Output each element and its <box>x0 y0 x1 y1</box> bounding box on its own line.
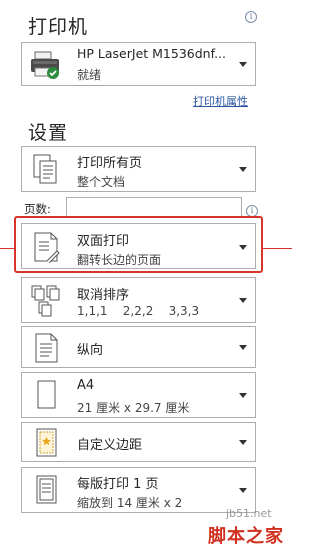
info-icon[interactable]: i <box>245 11 257 23</box>
watermark-brand: 脚本之家 <box>208 526 284 547</box>
printer-icon <box>31 51 59 79</box>
chevron-down-icon <box>239 488 247 493</box>
paper-size-sub: 21 厘米 x 29.7 厘米 <box>77 401 190 415</box>
chevron-down-icon <box>239 167 247 172</box>
collate-select[interactable]: 取消排序 1,1,1 2,2,2 3,3,3 <box>21 277 256 323</box>
print-scope-label: 打印所有页 <box>77 156 143 171</box>
collate-sub: 1,1,1 2,2,2 3,3,3 <box>77 304 200 318</box>
pages-per-sheet-label: 每版打印 1 页 <box>77 477 159 492</box>
margins-icon <box>36 428 57 457</box>
printer-select[interactable]: HP LaserJet M1536dnf... 就绪 <box>21 42 256 86</box>
margins-select[interactable]: 自定义边距 <box>21 422 256 462</box>
printer-name: HP LaserJet M1536dnf... <box>77 46 226 61</box>
settings-section-title: 设置 <box>28 122 69 144</box>
paper-size-icon <box>37 380 56 409</box>
collate-label: 取消排序 <box>77 288 130 303</box>
chevron-down-icon <box>239 298 247 303</box>
printer-section-title: 打印机 <box>28 16 89 38</box>
chevron-down-icon <box>239 440 247 445</box>
pages-per-sheet-sub: 缩放到 14 厘米 x 2 <box>77 496 183 510</box>
printer-status: 就绪 <box>77 68 102 82</box>
pages-input[interactable] <box>66 197 242 217</box>
printer-properties-link[interactable]: 打印机属性 <box>193 93 248 109</box>
orientation-label: 纵向 <box>77 343 104 358</box>
orientation-select[interactable]: 纵向 <box>21 326 256 368</box>
highlight-line-left <box>0 248 14 249</box>
highlight-line-right <box>263 248 292 249</box>
chevron-down-icon <box>239 345 247 350</box>
chevron-down-icon <box>239 62 247 67</box>
pages-per-sheet-icon <box>36 475 57 504</box>
print-scope-select[interactable]: 打印所有页 整个文档 <box>21 146 256 192</box>
duplex-highlight-frame <box>14 216 263 273</box>
pages-label: 页数: <box>24 202 51 216</box>
print-scope-sub: 整个文档 <box>77 175 126 189</box>
collate-icon <box>31 285 60 317</box>
portrait-icon <box>35 333 58 363</box>
chevron-down-icon <box>239 393 247 398</box>
paper-size-select[interactable]: A4 21 厘米 x 29.7 厘米 <box>21 372 256 418</box>
pages-per-sheet-select[interactable]: 每版打印 1 页 缩放到 14 厘米 x 2 <box>21 467 256 513</box>
margins-label: 自定义边距 <box>77 438 143 453</box>
pages-icon <box>33 154 57 184</box>
watermark-site: jb51.net <box>226 507 272 520</box>
paper-size-label: A4 <box>77 378 95 393</box>
